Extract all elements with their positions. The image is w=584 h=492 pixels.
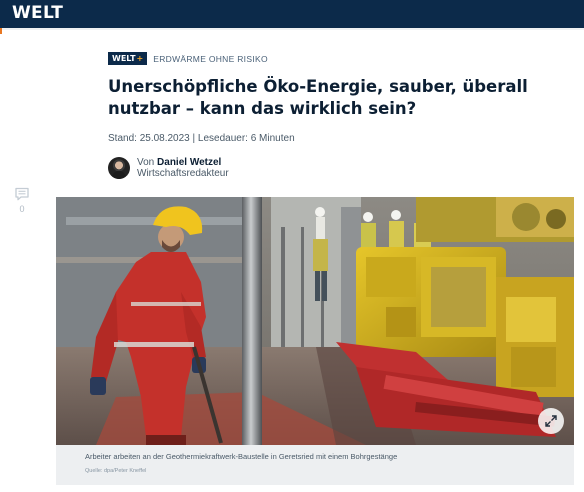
article-headline: Unerschöpfliche Öko-Energie, sauber, übe… <box>108 77 528 118</box>
kicker-row: WELT + ERDWÄRME OHNE RISIKO <box>108 52 268 65</box>
article-kicker: ERDWÄRME OHNE RISIKO <box>153 53 268 64</box>
article-meta: Stand: 25.08.2023 | Lesedauer: 6 Minuten <box>108 133 295 144</box>
comment-count: 0 <box>19 204 25 214</box>
author-name-link[interactable]: Daniel Wetzel <box>157 157 221 168</box>
expand-icon <box>545 415 557 427</box>
comments-button[interactable]: 0 <box>14 186 30 214</box>
comment-icon <box>15 187 29 201</box>
by-label: Von <box>137 157 155 168</box>
edge-accent <box>0 28 2 34</box>
author-byline: Von Daniel Wetzel Wirtschaftsredakteur <box>108 157 229 179</box>
author-text: Von Daniel Wetzel Wirtschaftsredakteur <box>137 157 229 179</box>
article-figure: Arbeiter arbeiten an der Geothermiekraft… <box>56 197 574 485</box>
avatar[interactable] <box>108 157 130 179</box>
site-header: WELT <box>0 0 584 28</box>
welt-logo[interactable]: WELT <box>12 3 63 23</box>
badge-plus: + <box>136 54 144 63</box>
article-photo[interactable] <box>56 197 574 445</box>
header-divider <box>0 28 584 30</box>
figure-credit: Quelle: dpa/Peter Kneffel <box>85 468 147 474</box>
expand-image-button[interactable] <box>538 408 564 434</box>
badge-brand: WELT <box>112 54 136 63</box>
welt-plus-badge: WELT + <box>108 52 148 65</box>
author-role: Wirtschaftsredakteur <box>137 168 229 179</box>
figure-caption: Arbeiter arbeiten an der Geothermiekraft… <box>85 452 398 461</box>
